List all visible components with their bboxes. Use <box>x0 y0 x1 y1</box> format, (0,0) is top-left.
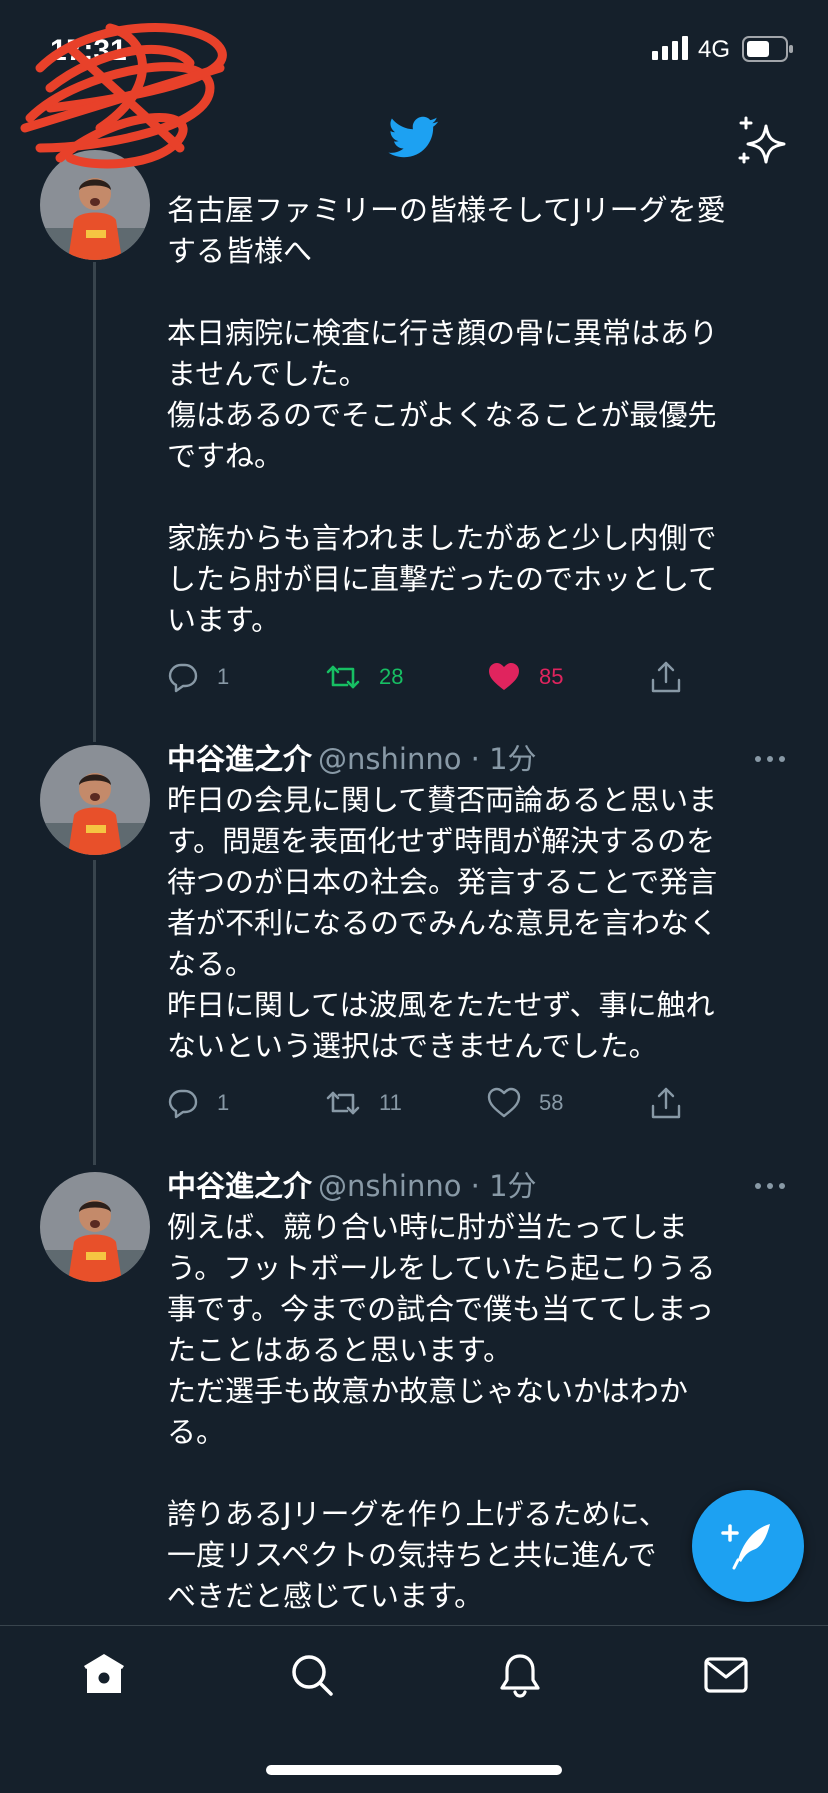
share-button[interactable] <box>650 657 700 697</box>
author-handle[interactable]: @nshinno <box>318 1169 461 1203</box>
avatar-image <box>40 1172 150 1282</box>
retweet-count: 11 <box>379 1090 402 1115</box>
reply-icon <box>168 1089 198 1119</box>
separator-dot: · <box>470 742 480 776</box>
home-indicator[interactable] <box>266 1765 562 1775</box>
tweet-header: 中谷進之介 @nshinno · 1分 <box>167 1166 537 1206</box>
author-name[interactable]: 中谷進之介 <box>167 1169 312 1203</box>
retweet-icon <box>326 665 360 689</box>
like-button[interactable]: 85 <box>487 657 563 697</box>
author-handle[interactable]: @nshinno <box>318 742 461 776</box>
like-count: 58 <box>539 1090 564 1115</box>
compose-tweet-button[interactable] <box>692 1490 804 1602</box>
more-options-icon[interactable] <box>752 1180 788 1192</box>
avatar-image <box>40 745 150 855</box>
signal-strength-icon <box>652 36 688 60</box>
author-name[interactable]: 中谷進之介 <box>167 742 312 776</box>
twitter-bird-icon[interactable] <box>386 112 442 162</box>
tweet-text: 昨日の会見に関して賛否両論あると思いま す。問題を表面化せず時間が解決するのを … <box>167 783 719 1063</box>
compose-tweet-icon <box>721 1524 770 1570</box>
tweet-timestamp[interactable]: 1分 <box>489 742 536 776</box>
sparkle-icon[interactable] <box>736 114 792 170</box>
search-icon[interactable] <box>288 1651 336 1699</box>
reply-count: 1 <box>217 664 230 689</box>
avatar[interactable] <box>40 745 150 855</box>
home-icon[interactable] <box>80 1651 128 1699</box>
status-bar: 17:31 4G <box>0 0 828 169</box>
reply-count: 1 <box>217 1090 230 1115</box>
messages-icon[interactable] <box>702 1651 750 1699</box>
battery-icon <box>742 36 793 62</box>
network-type: 4G <box>698 36 731 63</box>
tweet-header: 中谷進之介 @nshinno · 1分 <box>167 739 537 779</box>
heart-filled-icon <box>489 663 519 690</box>
redaction-scribble <box>20 23 227 169</box>
avatar[interactable] <box>40 1172 150 1282</box>
more-options-icon[interactable] <box>752 753 788 765</box>
share-icon <box>651 661 681 693</box>
reply-button[interactable]: 1 <box>167 657 229 697</box>
tweet-actions: 1 28 85 <box>167 657 787 697</box>
share-button[interactable] <box>650 1083 700 1123</box>
thread-line <box>93 860 96 1165</box>
tweet-timestamp[interactable]: 1分 <box>489 1169 536 1203</box>
like-button[interactable]: 58 <box>487 1083 563 1123</box>
retweet-count: 28 <box>379 664 404 689</box>
thread-line <box>93 262 96 742</box>
retweet-button[interactable]: 28 <box>325 657 403 697</box>
heart-icon <box>487 1087 521 1118</box>
share-icon <box>651 1087 681 1119</box>
reply-button[interactable]: 1 <box>167 1083 229 1123</box>
notifications-icon[interactable] <box>496 1651 544 1699</box>
tweet-actions: 1 11 58 <box>167 1083 787 1123</box>
like-count: 85 <box>539 664 564 689</box>
retweet-button[interactable]: 11 <box>325 1083 402 1123</box>
reply-icon <box>168 663 198 693</box>
retweet-icon <box>326 1091 360 1115</box>
tweet-text: 名古屋ファミリーの皆様そしてJリーグを愛 する皆様へ 本日病院に検査に行き顔の骨… <box>167 193 726 637</box>
separator-dot: · <box>470 1169 480 1203</box>
